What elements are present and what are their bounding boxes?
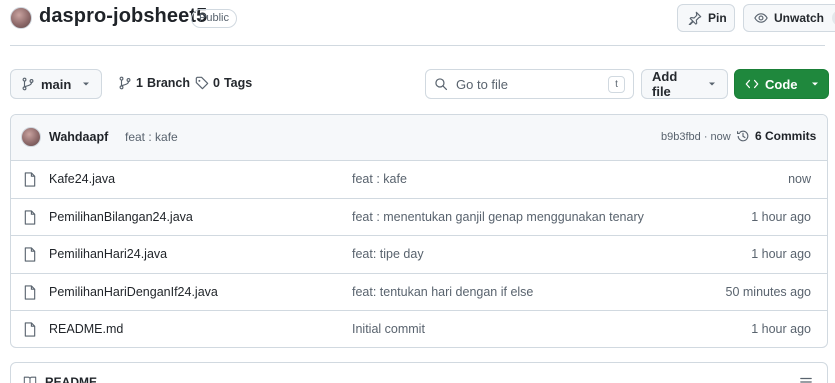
- file-row[interactable]: PemilihanHari24.java feat: tipe day 1 ho…: [11, 236, 827, 274]
- tags-link[interactable]: 0 Tags: [195, 76, 252, 90]
- visibility-badge: Public: [191, 9, 237, 28]
- file-icon: [23, 284, 37, 300]
- unwatch-label: Unwatch: [774, 11, 825, 25]
- file-row[interactable]: PemilihanHariDenganIf24.java feat: tentu…: [11, 274, 827, 311]
- commit-author-avatar[interactable]: [21, 127, 41, 147]
- chevron-down-icon: [810, 79, 820, 89]
- file-icon: [23, 172, 37, 187]
- branch-name: main: [41, 76, 72, 92]
- file-name[interactable]: PemilihanHariDenganIf24.java: [49, 285, 218, 299]
- git-branch-icon: [118, 76, 132, 90]
- file-row[interactable]: README.md Initial commit 1 hour ago: [11, 311, 827, 347]
- code-icon: [745, 77, 759, 91]
- repo-header: daspro-jobsheet5 Public Pin Unwatch 1: [0, 0, 835, 40]
- branches-link[interactable]: 1 Branch: [118, 76, 190, 90]
- eye-icon: [754, 11, 768, 25]
- file-row[interactable]: Kafe24.java feat : kafe now: [11, 161, 827, 199]
- tag-icon: [195, 76, 209, 90]
- branch-select-button[interactable]: main: [10, 69, 102, 99]
- commit-author[interactable]: Wahdaapf: [49, 130, 108, 144]
- commits-count: 6 Commits: [755, 129, 817, 143]
- file-commit-time: 1 hour ago: [751, 322, 811, 336]
- code-label: Code: [765, 76, 798, 92]
- file-commit-message[interactable]: Initial commit: [352, 322, 425, 336]
- file-commit-message[interactable]: feat : menentukan ganjil genap menggunak…: [352, 210, 644, 224]
- file-name[interactable]: Kafe24.java: [49, 172, 115, 186]
- file-commit-message[interactable]: feat: tentukan hari dengan if else: [352, 285, 533, 299]
- pin-button[interactable]: Pin: [677, 4, 735, 32]
- latest-commit-bar: Wahdaapf feat : kafe b9b3fbd · now 6 Com…: [11, 115, 827, 161]
- file-icon: [23, 322, 37, 337]
- tag-count: 0: [213, 76, 220, 90]
- file-name[interactable]: README.md: [49, 322, 123, 336]
- file-commit-time: 1 hour ago: [751, 247, 811, 261]
- commit-sha-time[interactable]: b9b3fbd · now: [661, 131, 731, 143]
- file-commit-message[interactable]: feat: tipe day: [352, 247, 424, 261]
- book-icon: [23, 375, 37, 383]
- file-commit-time: 50 minutes ago: [725, 284, 811, 299]
- file-listing: Wahdaapf feat : kafe b9b3fbd · now 6 Com…: [10, 114, 828, 348]
- readme-label[interactable]: README: [45, 375, 97, 383]
- git-branch-icon: [21, 77, 35, 91]
- header-divider: [10, 45, 825, 46]
- file-commit-message[interactable]: feat : kafe: [352, 172, 407, 186]
- pin-label: Pin: [708, 11, 727, 25]
- pin-icon: [688, 11, 702, 25]
- go-to-file-input[interactable]: Go to file t: [425, 69, 634, 99]
- file-icon: [23, 209, 37, 225]
- owner-avatar[interactable]: [10, 7, 32, 29]
- unwatch-button[interactable]: Unwatch 1: [743, 4, 835, 32]
- repo-page: daspro-jobsheet5 Public Pin Unwatch 1 ma…: [0, 0, 835, 383]
- file-commit-time: now: [788, 172, 811, 186]
- shortcut-key: t: [608, 75, 625, 93]
- tag-word: Tags: [223, 76, 253, 90]
- repo-name[interactable]: daspro-jobsheet5: [39, 5, 207, 28]
- chevron-down-icon: [81, 79, 91, 89]
- file-commit-time: 1 hour ago: [751, 209, 811, 224]
- code-button[interactable]: Code: [734, 69, 829, 99]
- branch-count: 1: [136, 76, 143, 90]
- search-placeholder: Go to file: [456, 76, 509, 92]
- commits-history-link[interactable]: 6 Commits: [736, 129, 816, 143]
- commit-message[interactable]: feat : kafe: [125, 130, 178, 144]
- history-icon: [736, 129, 750, 143]
- branch-word: Branch: [146, 76, 191, 90]
- readme-panel: README: [10, 362, 828, 383]
- list-icon[interactable]: [799, 375, 813, 383]
- chevron-down-icon: [707, 79, 717, 89]
- file-name[interactable]: PemilihanBilangan24.java: [49, 210, 193, 224]
- search-icon: [434, 77, 448, 91]
- add-file-label: Add file: [652, 69, 678, 99]
- file-name[interactable]: PemilihanHari24.java: [49, 247, 167, 261]
- add-file-button[interactable]: Add file: [641, 69, 728, 99]
- file-icon: [23, 247, 37, 262]
- file-row[interactable]: PemilihanBilangan24.java feat : menentuk…: [11, 199, 827, 236]
